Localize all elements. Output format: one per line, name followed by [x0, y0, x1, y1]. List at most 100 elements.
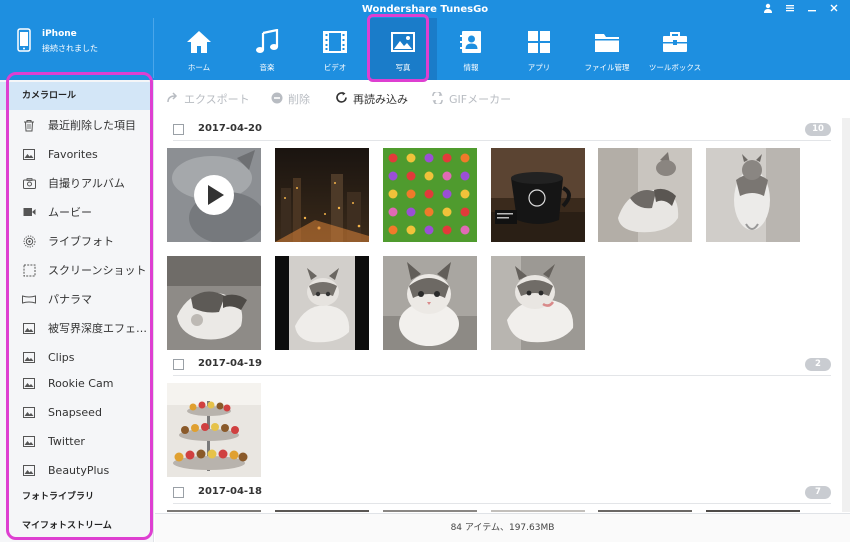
sidebar-item-twitter[interactable]: Twitter: [0, 428, 154, 454]
iphone-icon: [17, 28, 31, 56]
sidebar-item-label: ライブフォト: [48, 235, 114, 248]
sidebar-item-beautyplus[interactable]: BeautyPlus: [0, 457, 154, 483]
window-controls: [761, 3, 840, 16]
image-icon: [0, 322, 48, 334]
minimize-icon[interactable]: [805, 3, 818, 16]
sidebar-item-clips[interactable]: Clips: [0, 344, 154, 370]
export-button[interactable]: エクスポート: [167, 91, 250, 107]
sidebar-item-label: Snapseed: [48, 405, 102, 419]
photo-thumbnail[interactable]: [167, 256, 261, 350]
movie-icon: [0, 207, 48, 217]
sidebar-item-screenshots[interactable]: スクリーンショット: [0, 257, 154, 283]
export-label: エクスポート: [184, 93, 250, 106]
folder-icon: [594, 29, 620, 59]
group-count-badge: 7: [805, 486, 831, 499]
tab-toolbox[interactable]: ツールボックス: [641, 18, 709, 80]
photo-thumbnail[interactable]: [706, 148, 800, 242]
photo-icon: [390, 29, 416, 59]
tab-home-label: ホーム: [187, 63, 211, 72]
reload-button[interactable]: 再読み込み: [335, 91, 408, 107]
sidebar-item-label: Twitter: [48, 434, 85, 448]
sidebar-item-selfies[interactable]: 自撮りアルバム: [0, 170, 154, 196]
photo-thumbnail[interactable]: [275, 510, 369, 512]
sidebar-item-snapseed[interactable]: Snapseed: [0, 399, 154, 425]
trash-icon: [0, 119, 48, 132]
status-bar: 84 アイテム、197.63MB: [155, 513, 850, 542]
photo-thumbnail[interactable]: [383, 256, 477, 350]
user-icon[interactable]: [761, 3, 774, 16]
image-icon: [0, 377, 48, 389]
tab-music-label: 音楽: [259, 63, 275, 72]
app-title: Wondershare TunesGo: [361, 4, 489, 15]
image-icon: [0, 351, 48, 363]
photo-thumbnail[interactable]: [491, 256, 585, 350]
delete-icon: [271, 92, 283, 107]
device-panel[interactable]: iPhone 接続されました: [0, 18, 154, 78]
photo-thumbnail[interactable]: [275, 148, 369, 242]
sidebar-section-photo-library[interactable]: フォトライブラリ: [0, 483, 154, 511]
sidebar-item-label: ムービー: [48, 206, 92, 219]
sidebar-item-panorama[interactable]: パナラマ: [0, 286, 154, 312]
device-status: 接続されました: [42, 44, 98, 53]
group-checkbox[interactable]: [173, 487, 184, 498]
tab-info[interactable]: 情報: [437, 18, 505, 80]
menu-icon[interactable]: [783, 3, 796, 16]
sidebar-item-favorites[interactable]: Favorites: [0, 141, 154, 167]
photo-thumbnail[interactable]: [167, 383, 261, 477]
tab-photo[interactable]: 写真: [369, 18, 437, 80]
tab-info-label: 情報: [463, 63, 479, 72]
sidebar-item-recently-deleted[interactable]: 最近削除した項目: [0, 112, 154, 138]
date-group-header: 2017-04-18 7: [173, 482, 831, 504]
sidebar-item-label: Clips: [48, 350, 75, 364]
tab-video[interactable]: ビデオ: [301, 18, 369, 80]
sidebar-section-camera-roll[interactable]: カメラロール: [0, 82, 154, 110]
toolbox-icon: [662, 29, 688, 59]
photo-thumbnail[interactable]: [275, 256, 369, 350]
gif-maker-button[interactable]: GIFメーカー: [431, 90, 512, 107]
sidebar-item-depth-effect[interactable]: 被写界深度エフェクト: [0, 315, 154, 341]
scrollbar[interactable]: [842, 118, 850, 512]
tab-file-manager[interactable]: ファイル管理: [573, 18, 641, 80]
sidebar-item-movies[interactable]: ムービー: [0, 199, 154, 225]
tab-apps-label: アプリ: [527, 63, 551, 72]
tab-apps[interactable]: アプリ: [505, 18, 573, 80]
photo-thumbnail[interactable]: [491, 510, 585, 512]
photo-thumbnail[interactable]: [383, 510, 477, 512]
gif-maker-icon: [431, 90, 444, 107]
tab-photo-label: 写真: [395, 63, 411, 72]
tab-home[interactable]: ホーム: [165, 18, 233, 80]
photo-thumbnail[interactable]: [383, 148, 477, 242]
group-date: 2017-04-20: [198, 123, 262, 134]
tab-music[interactable]: 音楽: [233, 18, 301, 80]
photo-thumbnail[interactable]: [167, 148, 261, 242]
tab-file-manager-label: ファイル管理: [584, 63, 630, 72]
sidebar-item-live-photos[interactable]: ライブフォト: [0, 228, 154, 254]
group-count-badge: 2: [805, 358, 831, 371]
group-date: 2017-04-18: [198, 486, 262, 497]
sidebar-item-label: BeautyPlus: [48, 463, 110, 477]
image-icon: [0, 406, 48, 418]
image-icon: [0, 148, 48, 160]
sidebar-section-my-photo-stream[interactable]: マイフォトストリーム: [0, 512, 154, 540]
group-checkbox[interactable]: [173, 124, 184, 135]
music-icon: [254, 28, 280, 59]
delete-button[interactable]: 削除: [271, 91, 310, 107]
date-group-header: 2017-04-19 2: [173, 354, 831, 376]
tab-toolbox-label: ツールボックス: [648, 63, 702, 72]
tab-video-label: ビデオ: [323, 63, 347, 72]
photo-thumbnail[interactable]: [706, 510, 800, 512]
photo-thumbnail[interactable]: [167, 510, 261, 512]
photo-thumbnail[interactable]: [491, 148, 585, 242]
export-icon: [167, 92, 179, 106]
panorama-icon: [0, 294, 48, 304]
sidebar: カメラロール 最近削除した項目 Favorites 自撮りアルバム ムービー ラ…: [0, 80, 154, 542]
photo-thumbnail[interactable]: [598, 510, 692, 512]
sidebar-item-rookie-cam[interactable]: Rookie Cam: [0, 370, 154, 396]
close-icon[interactable]: [827, 3, 840, 16]
sidebar-item-label: 自撮りアルバム: [48, 177, 125, 190]
group-date: 2017-04-19: [198, 358, 262, 369]
live-photo-icon: [0, 235, 48, 248]
photo-thumbnail[interactable]: [598, 148, 692, 242]
group-checkbox[interactable]: [173, 359, 184, 370]
gif-maker-label: GIFメーカー: [449, 93, 512, 106]
